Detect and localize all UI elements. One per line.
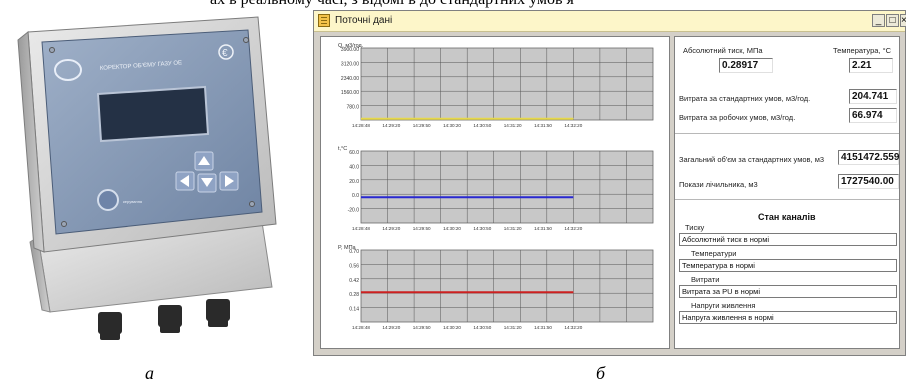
chart-1-ytick: 3900.00 — [341, 47, 359, 53]
chart-2-ytick: 60.0 — [349, 150, 359, 156]
channel-voltage-label: Напруги живлення — [691, 301, 756, 310]
chart-1-xtick: 14:29:50 — [413, 123, 431, 128]
chart-1-plot-area — [360, 47, 654, 121]
chart-1-xtick: 14:28:48 — [352, 123, 370, 128]
chart-1-xtick: 14:29:20 — [382, 123, 400, 128]
readings-panel: Абсолютний тиск, МПа Температура, °С 0.2… — [674, 36, 900, 349]
abs-pressure-label: Абсолютний тиск, МПа — [683, 46, 763, 55]
ce-mark-sign: € — [222, 48, 228, 59]
chart-3-xtick: 14:29:50 — [413, 325, 431, 330]
channel-temperature-label: Температури — [691, 249, 737, 258]
chart-1-xtick: 14:30:20 — [443, 123, 461, 128]
chart-1-ytick: 780.0 — [346, 105, 359, 111]
chart-1-ytick: 2340.00 — [341, 76, 359, 82]
chart-2-xtick: 14:31:50 — [534, 226, 552, 231]
chart-3-xtick: 14:31:20 — [504, 325, 522, 330]
chart-2-xtick: 14:29:50 — [413, 226, 431, 231]
total-volume-value: 4151472.559 — [838, 150, 899, 165]
chart-2-ytick: -20.0 — [348, 208, 360, 214]
title-bar[interactable]: Поточні дані _ □ × — [314, 11, 906, 32]
chart-2-ytick: 40.0 — [349, 164, 359, 170]
subcaption-b: б — [596, 363, 606, 383]
maximize-button[interactable]: □ — [886, 14, 899, 27]
chart-2-xtick: 14:30:50 — [473, 226, 491, 231]
separator-2 — [675, 199, 899, 200]
channel-voltage-status: Напруга живлення в нормі — [679, 311, 897, 324]
cable-glands — [98, 299, 230, 340]
window-app-icon — [318, 14, 330, 27]
chart-2-xtick: 14:30:20 — [443, 226, 461, 231]
chart-2-xtick: 14:31:20 — [504, 226, 522, 231]
chart-3-xtick: 14:31:50 — [534, 325, 552, 330]
flow-work-label: Витрата за робочих умов, м3/год. — [679, 113, 796, 122]
lcd-display — [96, 85, 210, 143]
channel-flow-status: Витрата за РU в нормі — [679, 285, 897, 298]
minimize-button[interactable]: _ — [872, 14, 885, 27]
chart-1-ytick: 3120.00 — [341, 61, 359, 67]
chart-2-plot-area — [360, 150, 654, 224]
chart-3-xtick: 14:28:48 — [352, 325, 370, 330]
separator-1 — [675, 133, 899, 134]
total-volume-label: Загальний об'єм за стандартних умов, м3 — [679, 155, 825, 164]
chart-2-ytick: 0.0 — [352, 193, 359, 199]
chart-1-xtick: 14:31:20 — [504, 123, 522, 128]
channel-pressure-status: Абсолютний тиск в нормі — [679, 233, 897, 246]
chart-1-xtick: 14:32:20 — [564, 123, 582, 128]
channel-pressure-label: Тиску — [685, 223, 705, 232]
channel-flow-label: Витрати — [691, 275, 720, 284]
chart-1-xtick: 14:31:50 — [534, 123, 552, 128]
flow-work-value: 66.974 — [849, 108, 897, 123]
close-button[interactable]: × — [900, 14, 906, 27]
chart-1-xtick: 14:30:50 — [473, 123, 491, 128]
window-client-area: Q, м3/год. 3900.00 3120.00 2340.00 1560.00 78… — [316, 33, 903, 353]
chart-2-ylabel: t,°C — [338, 146, 347, 152]
chart-3-xtick: 14:30:20 — [443, 325, 461, 330]
chart-2-xtick: 14:28:48 — [352, 226, 370, 231]
chart-3-ytick: 0.28 — [349, 292, 359, 298]
abs-pressure-value: 0.28917 — [719, 58, 773, 73]
chart-1-ytick: 1560.00 — [341, 90, 359, 96]
current-data-window: Поточні дані _ □ × Q, м3/год.3900.003120… — [313, 10, 906, 356]
chart-2-xtick: 14:29:20 — [382, 226, 400, 231]
temperature-label: Температура, °С — [833, 46, 892, 55]
subcaption-a: а — [145, 363, 154, 383]
chart-2-xtick: 14:32:20 — [564, 226, 582, 231]
chart-2-ytick: 20.0 — [349, 179, 359, 185]
chart-3-ytick: 0.42 — [349, 278, 359, 284]
device-small-label: керування — [123, 199, 142, 204]
channels-title: Стан каналів — [758, 212, 816, 222]
trend-charts-panel: Q, м3/год. 3900.00 3120.00 2340.00 1560.00 78… — [320, 36, 670, 349]
trend-charts-svg: Q, м3/год.3900.003120.002340.001560.0078… — [338, 43, 654, 330]
power-button — [97, 189, 119, 211]
counter-value: 1727540.00 — [838, 174, 899, 189]
temperature-value: 2.21 — [849, 58, 893, 73]
window-title: Поточні дані — [335, 15, 393, 26]
flow-std-label: Витрата за стандартних умов, м3/год. — [679, 94, 811, 103]
chart-3-xtick: 14:29:20 — [382, 325, 400, 330]
chart-3-ytick: 0.56 — [349, 263, 359, 269]
chart-3-xtick: 14:30:50 — [473, 325, 491, 330]
counter-label: Покази лічильника, м3 — [679, 180, 758, 189]
channel-temperature-status: Температура в нормі — [679, 259, 897, 272]
top-caption-text: ах в реальному часі, з відомі в до станд… — [210, 0, 574, 9]
flow-std-value: 204.741 — [849, 89, 897, 104]
chart-3-ytick: 0.70 — [349, 249, 359, 255]
gas-volume-corrector-photo: КОРЕКТОР ОБ'ЄМУ ГАЗУ ОЕ € керування — [17, 16, 277, 340]
chart-3-ytick: 0.14 — [349, 307, 359, 313]
chart-3-plot-area — [360, 249, 654, 323]
chart-3-xtick: 14:32:20 — [564, 325, 582, 330]
top-caption-strip: ах в реальному часі, з відомі в до станд… — [0, 0, 906, 10]
